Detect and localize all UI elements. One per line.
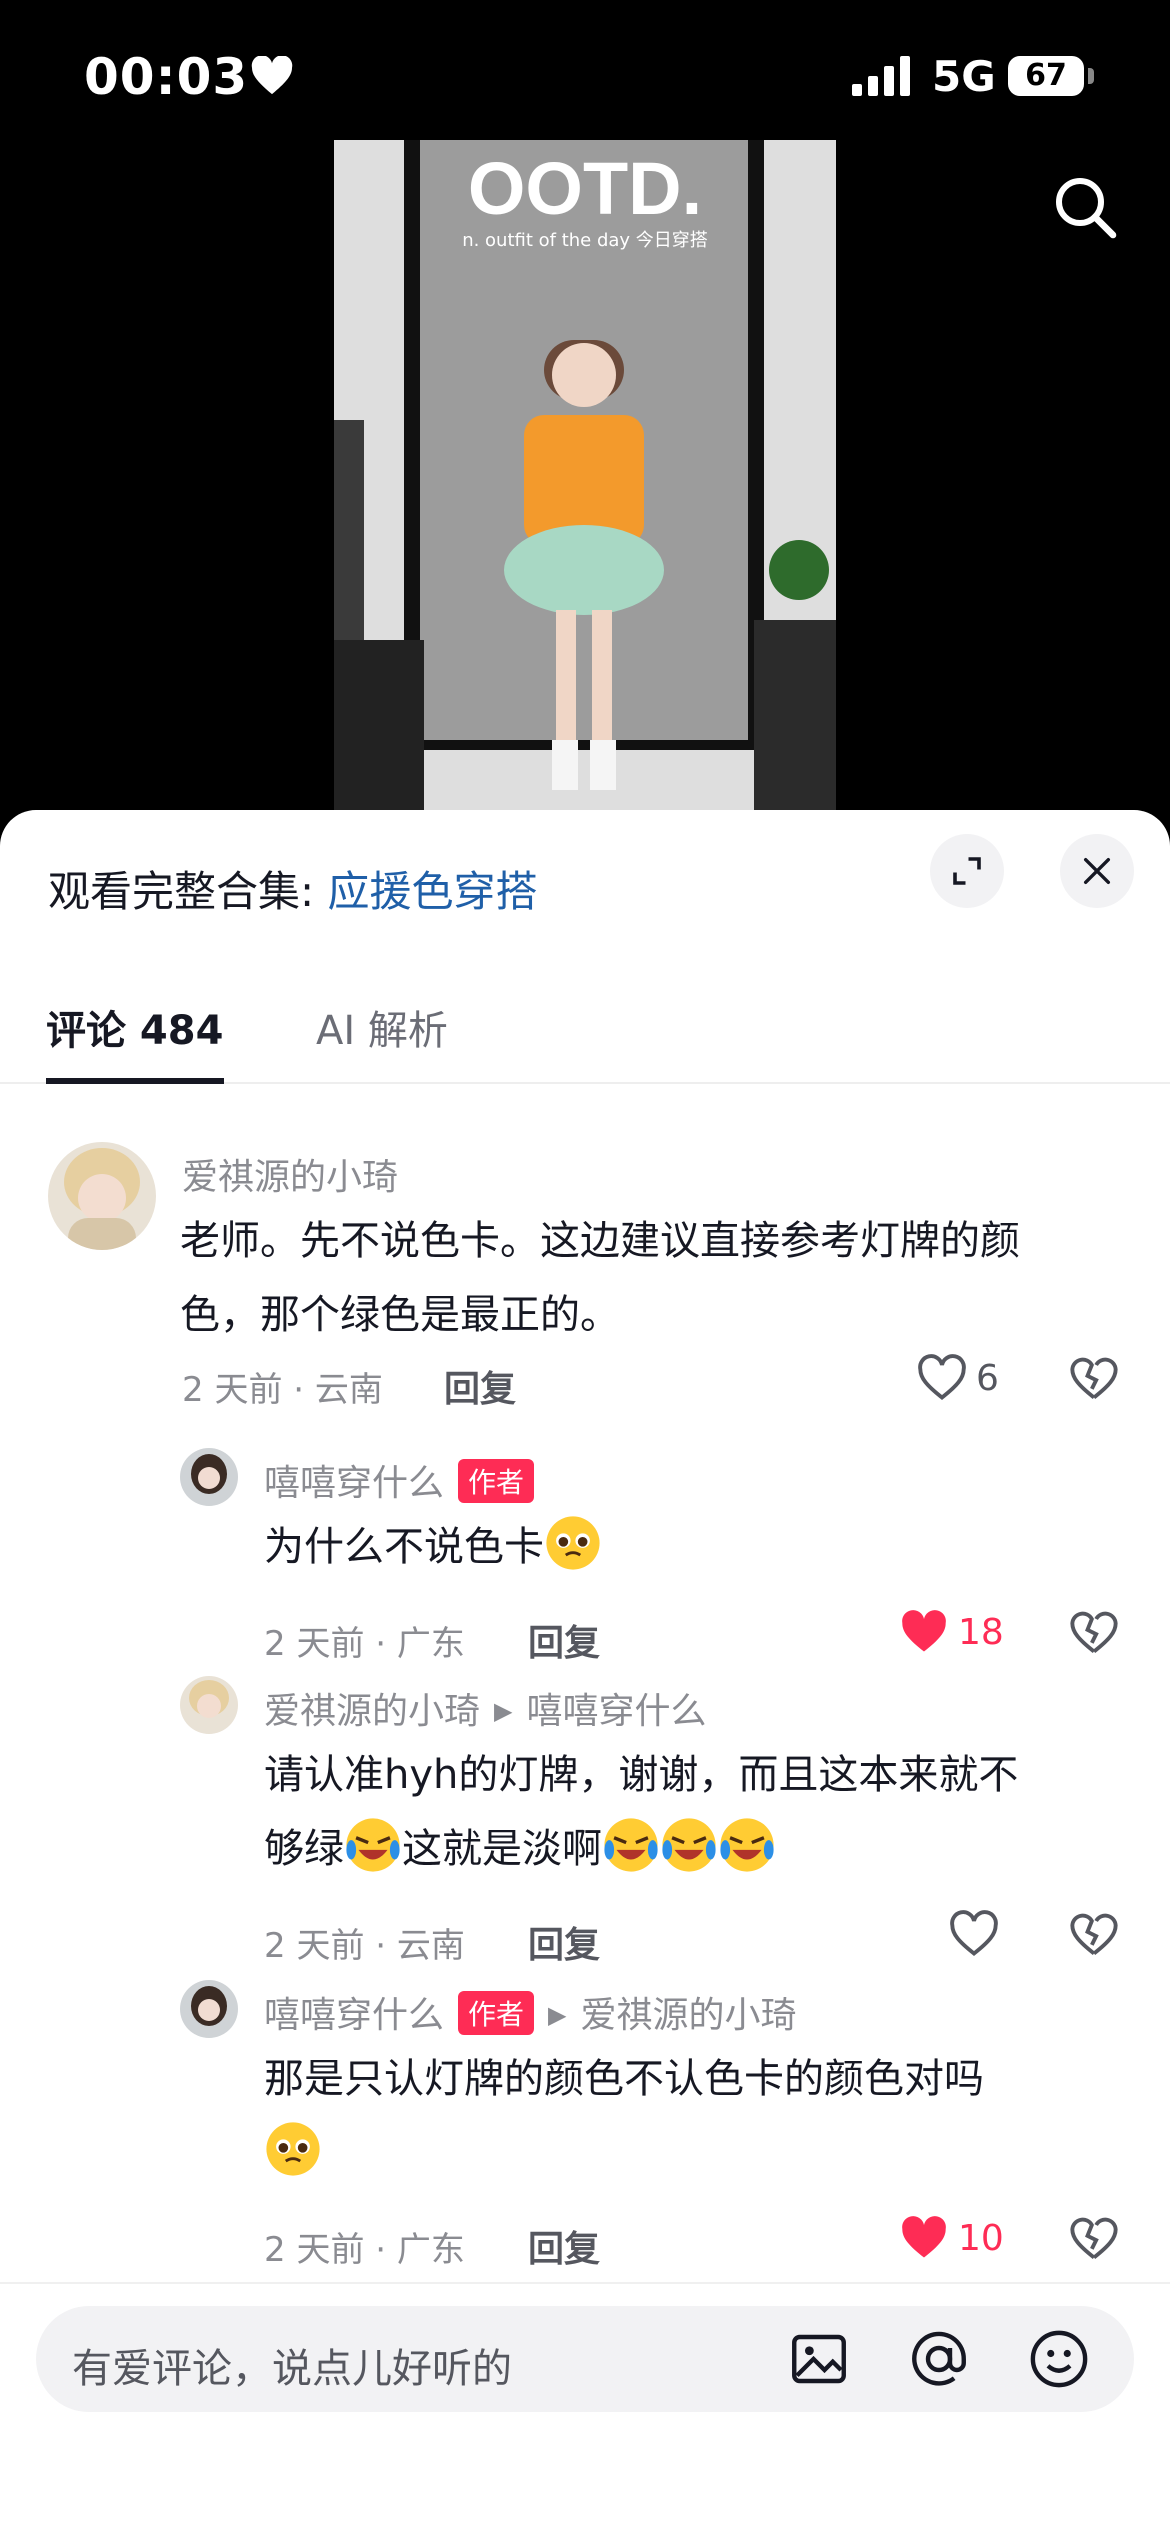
reply-to-username: 爱祺源的小琦: [580, 1995, 797, 2036]
comment-input-placeholder: 有爱评论，说点儿好听的: [72, 2346, 512, 2392]
username-text: 嘻嘻穿什么: [264, 1995, 445, 2036]
reply-button[interactable]: 回复: [528, 1614, 600, 1666]
network-type: 5G: [932, 52, 996, 101]
comment-meta: 2 天前 · 云南: [264, 1926, 465, 1966]
comment-meta: 2 天前 · 广东: [264, 2230, 465, 2270]
comment-text: 老师。先不说色卡。这边建议直接参考灯牌的颜 色，那个绿色是最正的。: [180, 1204, 1120, 1352]
avatar[interactable]: [48, 1142, 156, 1250]
laughing-crying-emoji: [604, 1818, 658, 1872]
tab-comments[interactable]: 评论 484: [46, 998, 223, 1056]
comment-text-line: 那是只认灯牌的颜色不认色卡的颜色对吗: [264, 2056, 984, 2102]
comment-text: 那是只认灯牌的颜色不认色卡的颜色对吗: [264, 2042, 1144, 2190]
laughing-crying-emoji: [720, 1818, 774, 1872]
like-count: 10: [958, 2217, 1004, 2259]
comment-meta: 2 天前 · 广东: [264, 1624, 465, 1664]
close-button[interactable]: [1060, 834, 1134, 908]
comment-text-line: [264, 2116, 1144, 2190]
pleading-face-emoji: [546, 1516, 600, 1570]
video-title: OOTD.: [467, 147, 703, 230]
avatar[interactable]: [180, 1980, 238, 2038]
cellular-signal-icon: [852, 56, 910, 96]
comment-text-line: 老师。先不说色卡。这边建议直接参考灯牌的颜: [180, 1218, 1020, 1264]
laughing-crying-emoji: [346, 1818, 400, 1872]
status-bar: 00:03 5G 67: [0, 0, 1170, 150]
comment-username[interactable]: 嘻嘻穿什么 作者 ▶ 爱祺源的小琦: [264, 1986, 797, 2038]
dislike-icon[interactable]: [1068, 1910, 1120, 1958]
username-text: 爱祺源的小琦: [264, 1691, 481, 1732]
video-subtitle: n. outfit of the day 今日穿搭: [462, 230, 708, 251]
close-icon: [1083, 857, 1111, 885]
comment-text-line: 色，那个绿色是最正的。: [180, 1292, 620, 1338]
battery-icon: 67: [1008, 56, 1084, 96]
username-text: 嘻嘻穿什么: [264, 1463, 445, 1504]
like-button[interactable]: [948, 1910, 1008, 1958]
comment-item: 嘻嘻穿什么 作者 ▶ 爱祺源的小琦 那是只认灯牌的颜色不认色卡的颜色对吗 2 天前 ·…: [0, 1978, 1170, 2288]
dislike-icon[interactable]: [1068, 1608, 1120, 1656]
pleading-face-emoji: [266, 2122, 320, 2176]
comment-text-line: 请认准hyh的灯牌，谢谢，而且这本来就不: [264, 1752, 1019, 1798]
comment-text: 为什么不说色卡: [264, 1510, 1144, 1584]
comment-text-segment: 够绿: [264, 1826, 344, 1872]
emoji-icon[interactable]: [1026, 2326, 1092, 2392]
expand-button[interactable]: [930, 834, 1004, 908]
like-count: 6: [976, 1357, 999, 1399]
dislike-icon[interactable]: [1068, 2214, 1120, 2262]
reply-to-username: 嘻嘻穿什么: [526, 1691, 707, 1732]
author-badge: 作者: [458, 1991, 535, 2035]
comment-input[interactable]: 有爱评论，说点儿好听的: [36, 2306, 1134, 2412]
collection-link[interactable]: 应援色穿搭: [328, 867, 538, 916]
comment-text-line: 为什么不说色卡: [264, 1524, 544, 1570]
avatar[interactable]: [180, 1676, 238, 1734]
collection-prefix: 观看完整合集:: [48, 867, 315, 916]
avatar[interactable]: [180, 1448, 238, 1506]
like-count: 18: [958, 1611, 1004, 1653]
reply-button[interactable]: 回复: [528, 1916, 600, 1968]
expand-icon: [953, 857, 981, 885]
heart-status-icon: [251, 56, 293, 95]
heart-outline-icon: [918, 1354, 966, 1400]
comment-username[interactable]: 爱祺源的小琦: [182, 1148, 398, 1200]
reply-button[interactable]: 回复: [444, 1360, 516, 1412]
laughing-crying-emoji: [662, 1818, 716, 1872]
comments-sheet: 观看完整合集: 应援色穿搭 评论 484 AI 解析 爱祺源的小琦 老师。先不说…: [0, 810, 1170, 2532]
reply-button[interactable]: 回复: [528, 2220, 600, 2272]
tab-bar: 评论 484 AI 解析: [0, 960, 1170, 1084]
search-icon[interactable]: [1050, 172, 1122, 244]
comment-text-line: 够绿 这就是淡啊: [264, 1812, 1144, 1886]
reply-arrow-icon: ▶: [494, 1697, 513, 1725]
comment-text-segment: 这就是淡啊: [402, 1826, 602, 1872]
tab-ai-analysis[interactable]: AI 解析: [316, 998, 448, 1056]
battery-cap: [1088, 68, 1094, 84]
like-button[interactable]: 10: [898, 2214, 1004, 2262]
author-badge: 作者: [458, 1459, 535, 1503]
battery-level: 67: [1025, 58, 1067, 93]
heart-outline-icon: [950, 1910, 998, 1956]
dislike-icon[interactable]: [1068, 1354, 1120, 1402]
comment-meta: 2 天前 · 云南: [182, 1370, 383, 1410]
collection-banner[interactable]: 观看完整合集: 应援色穿搭: [48, 858, 538, 919]
video-player[interactable]: OOTD. n. outfit of the day 今日穿搭: [334, 140, 836, 810]
comment-item: 嘻嘻穿什么 作者 为什么不说色卡 2 天前 · 广东 回复 18: [0, 1446, 1170, 1666]
mention-icon[interactable]: [906, 2326, 972, 2392]
comment-input-bar: 有爱评论，说点儿好听的: [0, 2282, 1170, 2534]
status-time: 00:03: [84, 48, 249, 106]
reply-arrow-icon: ▶: [548, 2001, 567, 2029]
heart-filled-icon: [902, 2216, 946, 2258]
like-button[interactable]: 18: [898, 1608, 1004, 1656]
like-button[interactable]: 6: [916, 1354, 999, 1402]
active-tab-indicator: [46, 1078, 224, 1084]
heart-filled-icon: [902, 1610, 946, 1652]
comment-text: 请认准hyh的灯牌，谢谢，而且这本来就不 够绿 这就是淡啊: [264, 1738, 1144, 1886]
image-icon[interactable]: [786, 2326, 852, 2392]
comment-username[interactable]: 爱祺源的小琦 ▶ 嘻嘻穿什么: [264, 1682, 707, 1734]
comment-username[interactable]: 嘻嘻穿什么 作者: [264, 1454, 535, 1506]
comment-item: 爱祺源的小琦 老师。先不说色卡。这边建议直接参考灯牌的颜 色，那个绿色是最正的。…: [0, 1140, 1170, 1410]
comment-item: 爱祺源的小琦 ▶ 嘻嘻穿什么 请认准hyh的灯牌，谢谢，而且这本来就不 够绿 这就是淡…: [0, 1674, 1170, 1984]
